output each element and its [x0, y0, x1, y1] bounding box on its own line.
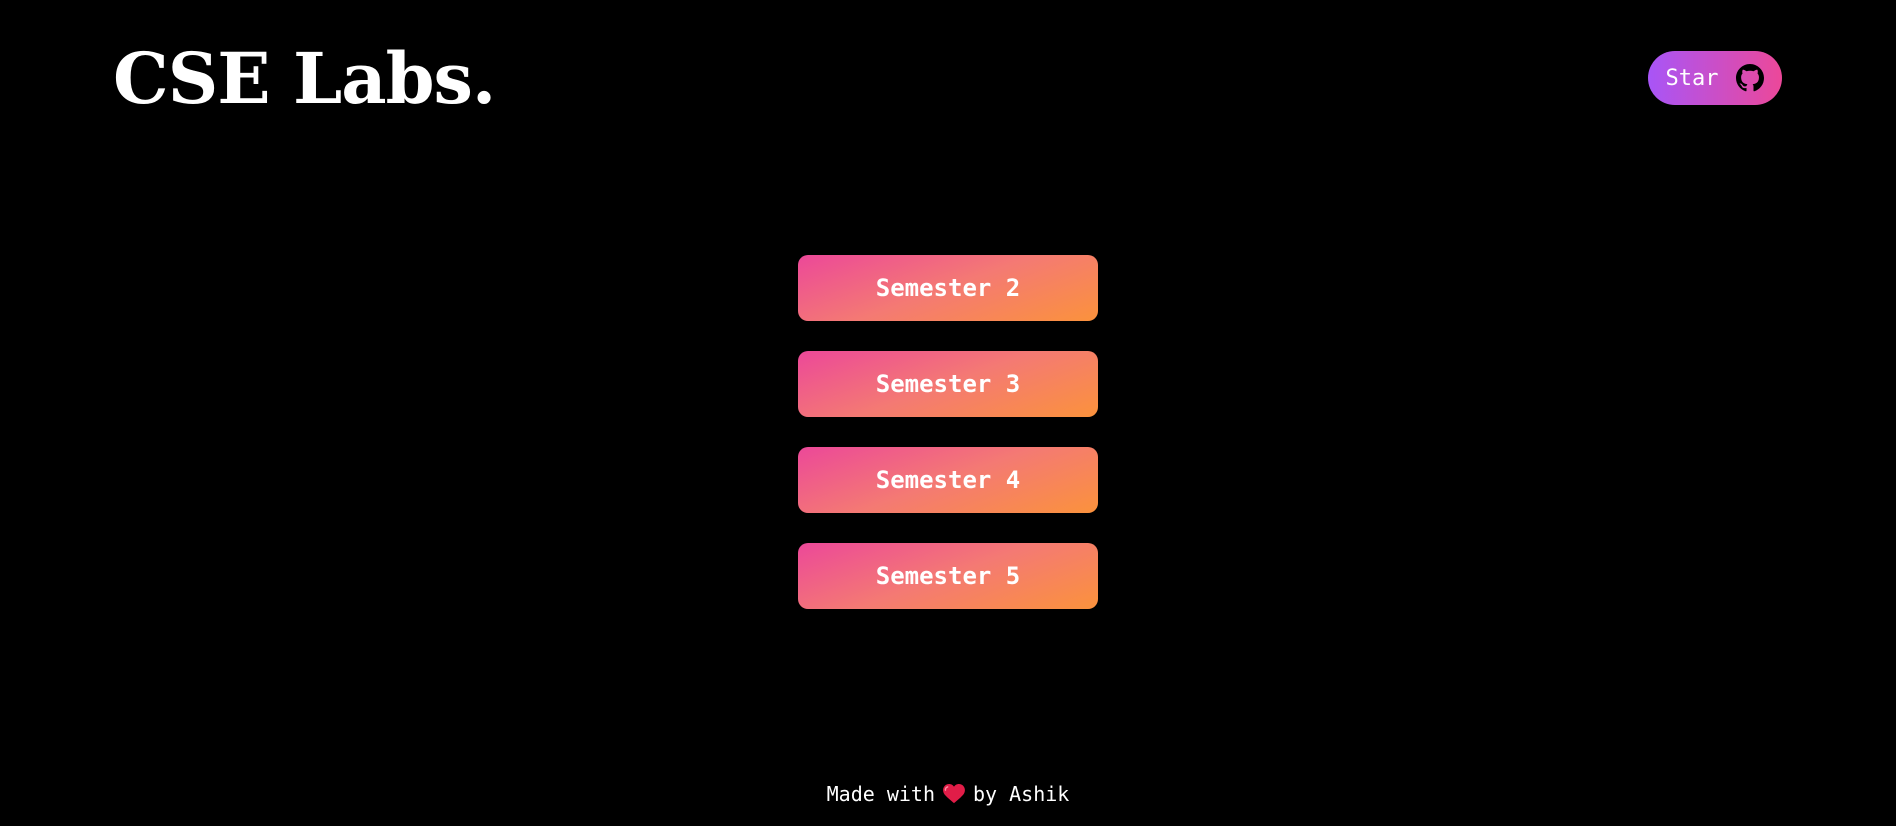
- footer-suffix: by Ashik: [973, 782, 1070, 806]
- semester-3-button[interactable]: Semester 3: [798, 351, 1098, 417]
- semester-5-button[interactable]: Semester 5: [798, 543, 1098, 609]
- github-icon: [1736, 64, 1765, 92]
- semester-2-button[interactable]: Semester 2: [798, 255, 1098, 321]
- semester-list: Semester 2 Semester 3 Semester 4 Semeste…: [798, 255, 1098, 609]
- heart-icon: [943, 784, 965, 804]
- github-star-button[interactable]: Star: [1648, 51, 1782, 105]
- site-title: CSE Labs.: [113, 37, 496, 120]
- footer: Made with by Ashik: [0, 782, 1896, 806]
- star-label: Star: [1665, 65, 1719, 91]
- semester-4-button[interactable]: Semester 4: [798, 447, 1098, 513]
- footer-prefix: Made with: [826, 782, 936, 806]
